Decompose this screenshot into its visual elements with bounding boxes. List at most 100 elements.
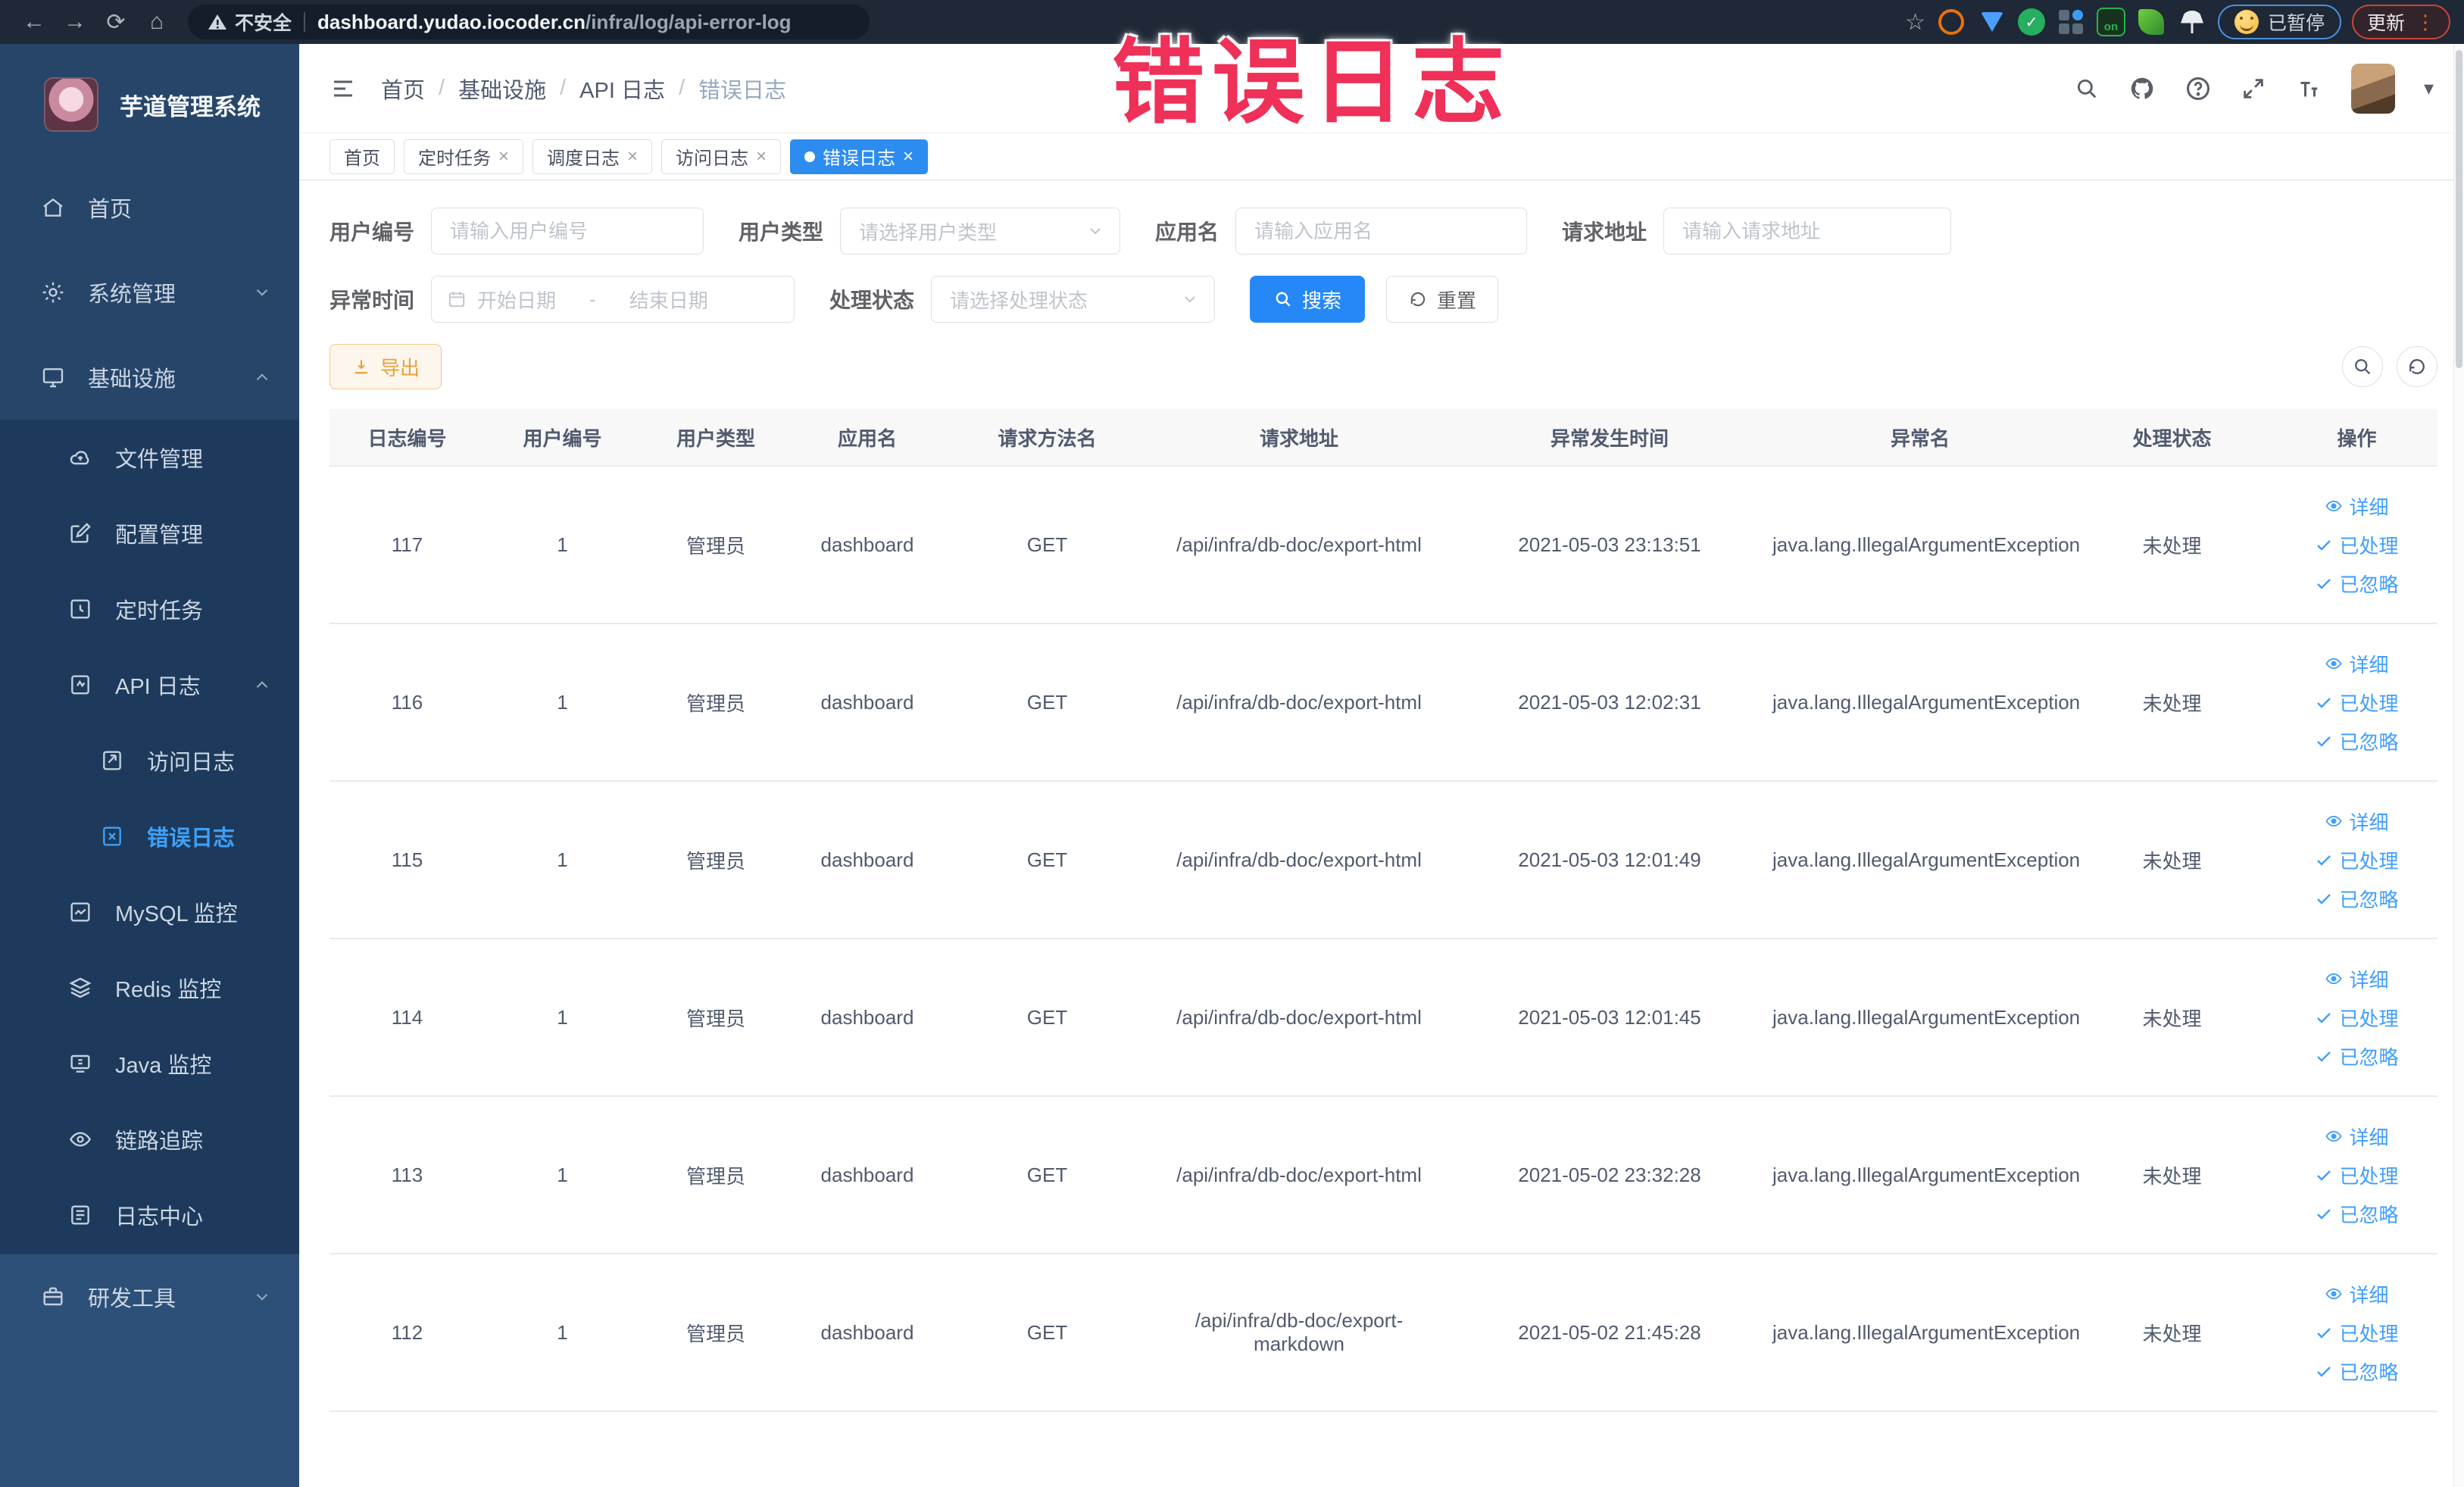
font-size-icon[interactable]: [2295, 75, 2322, 102]
avatar-caret-icon[interactable]: ▾: [2424, 77, 2434, 100]
mark-ignored-link[interactable]: 已忽略: [2315, 1042, 2399, 1070]
page: ← → ⟳ ⌂ 不安全 dashboard.yudao.iocoder.cn /…: [0, 0, 2464, 1487]
cell-exception-time: 2021-05-02 23:32:28: [1518, 1163, 1701, 1186]
cell-request-method: GET: [1026, 533, 1068, 556]
reload-icon[interactable]: ⟳: [95, 5, 136, 39]
process-status-select[interactable]: 请选择处理状态: [931, 276, 1216, 323]
breadcrumb-home[interactable]: 首页: [381, 73, 425, 105]
cell-user-id: 1: [557, 1320, 568, 1344]
extension-orange-icon[interactable]: [1936, 7, 1966, 37]
github-icon[interactable]: [2128, 75, 2156, 102]
content: 用户编号 用户类型 请选择用户类型 应用名 请求地址 异常时间: [299, 180, 2464, 1487]
paused-badge[interactable]: 已暂停: [2217, 5, 2341, 39]
mark-processed-link[interactable]: 已处理: [2315, 1319, 2399, 1347]
tab-home[interactable]: 首页: [329, 139, 395, 174]
java-monitor-icon: [67, 1051, 94, 1076]
chevron-down-icon: [1181, 290, 1199, 308]
tab-scheduled-jobs[interactable]: 定时任务 ×: [404, 139, 524, 174]
breadcrumb-api-log[interactable]: API 日志: [579, 73, 665, 105]
user-id-input[interactable]: [431, 208, 704, 255]
mark-processed-link[interactable]: 已处理: [2315, 1161, 2399, 1189]
search-icon[interactable]: [2074, 76, 2100, 102]
sidebar-logo-row[interactable]: 芋道管理系统: [0, 44, 299, 165]
sidebar-item-access-log[interactable]: 访问日志: [0, 723, 299, 798]
sidebar-item-mysql-monitor[interactable]: MySQL 监控: [0, 874, 299, 950]
detail-link[interactable]: 详细: [2325, 965, 2389, 993]
tab-schedule-log[interactable]: 调度日志 ×: [532, 139, 653, 174]
sidebar-item-home[interactable]: 首页: [0, 165, 299, 250]
extension-on-badge-icon[interactable]: on: [2096, 8, 2125, 36]
extension-check-icon[interactable]: ✓: [2017, 8, 2045, 36]
sidebar-item-log-center[interactable]: 日志中心: [0, 1177, 299, 1253]
extension-pin-icon[interactable]: [2177, 7, 2207, 37]
cell-request-url: /api/infra/db-doc/export-markdown: [1195, 1309, 1404, 1355]
security-warning-icon[interactable]: [208, 13, 227, 31]
mark-processed-link[interactable]: 已处理: [2315, 531, 2399, 559]
hamburger-icon[interactable]: [329, 75, 357, 102]
cell-user-type: 管理员: [685, 692, 745, 715]
detail-link[interactable]: 详细: [2325, 650, 2389, 678]
detail-link[interactable]: 详细: [2325, 492, 2389, 520]
cell-actions: 详细 已处理 已忽略: [2276, 492, 2437, 598]
update-button[interactable]: 更新 ⋮: [2351, 5, 2450, 39]
mark-processed-link[interactable]: 已处理: [2315, 846, 2399, 874]
extension-leaf-icon[interactable]: [2136, 7, 2166, 37]
forward-icon[interactable]: →: [55, 5, 95, 39]
request-url-input[interactable]: [1663, 208, 1952, 255]
mark-ignored-link[interactable]: 已忽略: [2315, 885, 2399, 913]
toggle-search-button[interactable]: [2342, 346, 2383, 387]
tab-error-log[interactable]: 错误日志 ×: [790, 139, 929, 174]
user-type-select[interactable]: 请选择用户类型: [840, 208, 1121, 255]
close-icon[interactable]: ×: [756, 147, 767, 166]
cell-log-id: 116: [391, 690, 423, 714]
close-icon[interactable]: ×: [627, 147, 638, 166]
sidebar-item-java-monitor[interactable]: Java 监控: [0, 1026, 299, 1101]
help-icon[interactable]: [2184, 75, 2212, 102]
mark-ignored-link[interactable]: 已忽略: [2315, 1200, 2399, 1228]
detail-link[interactable]: 详细: [2325, 1280, 2389, 1308]
mark-processed-link[interactable]: 已处理: [2315, 689, 2399, 717]
cell-exception-time: 2021-05-03 12:02:31: [1518, 690, 1701, 714]
app-name-input[interactable]: [1235, 208, 1528, 255]
sidebar-item-file-manage[interactable]: 文件管理: [0, 420, 299, 495]
mark-processed-link[interactable]: 已处理: [2315, 1004, 2399, 1032]
user-type-label: 用户类型: [739, 220, 824, 244]
sidebar-item-scheduled-jobs[interactable]: 定时任务: [0, 571, 299, 647]
reset-button[interactable]: 重置: [1386, 276, 1499, 323]
detail-link[interactable]: 详细: [2325, 808, 2389, 836]
kebab-menu-icon[interactable]: ⋮: [2416, 11, 2435, 34]
exception-time-range-picker[interactable]: 开始日期 - 结束日期: [431, 276, 795, 323]
sidebar-item-tracing[interactable]: 链路追踪: [0, 1101, 299, 1177]
extension-shield-icon[interactable]: [1977, 7, 2007, 37]
cell-user-type: 管理员: [685, 1322, 745, 1345]
scrollbar-thumb[interactable]: [2456, 50, 2462, 368]
back-icon[interactable]: ←: [14, 5, 55, 39]
sidebar-item-error-log[interactable]: 错误日志: [0, 798, 299, 874]
breadcrumb-infra[interactable]: 基础设施: [458, 73, 546, 105]
close-icon[interactable]: ×: [903, 147, 913, 166]
cell-user-id: 1: [557, 1163, 568, 1186]
address-bar[interactable]: 不安全 dashboard.yudao.iocoder.cn /infra/lo…: [188, 5, 870, 39]
sidebar-item-redis-monitor[interactable]: Redis 监控: [0, 950, 299, 1026]
home-icon[interactable]: ⌂: [136, 5, 177, 39]
sidebar-item-system[interactable]: 系统管理: [0, 250, 299, 335]
sidebar-item-api-log[interactable]: API 日志: [0, 647, 299, 723]
mark-ignored-link[interactable]: 已忽略: [2315, 570, 2399, 598]
tab-access-log[interactable]: 访问日志 ×: [661, 139, 782, 174]
export-button[interactable]: 导出: [329, 344, 442, 389]
sidebar-item-infra[interactable]: 基础设施: [0, 335, 299, 420]
fullscreen-icon[interactable]: [2241, 76, 2266, 102]
bookmark-star-icon[interactable]: ☆: [1905, 9, 1925, 36]
col-exception-name: 异常名: [1890, 426, 1950, 450]
close-icon[interactable]: ×: [498, 147, 509, 166]
user-avatar[interactable]: [2350, 63, 2395, 114]
refresh-button[interactable]: [2397, 346, 2437, 387]
mark-ignored-link[interactable]: 已忽略: [2315, 727, 2399, 755]
detail-link[interactable]: 详细: [2325, 1123, 2389, 1151]
sidebar-item-config-manage[interactable]: 配置管理: [0, 495, 299, 571]
extension-grid-icon[interactable]: [2056, 7, 2086, 37]
mark-ignored-link[interactable]: 已忽略: [2315, 1357, 2399, 1385]
scrollbar[interactable]: [2453, 44, 2464, 1487]
sidebar-item-dev-tools[interactable]: 研发工具: [0, 1254, 299, 1339]
search-button[interactable]: 搜索: [1250, 276, 1366, 323]
